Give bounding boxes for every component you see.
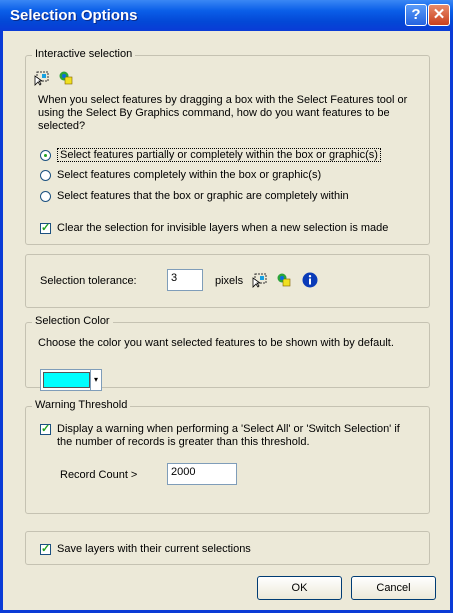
selection-options-dialog: Selection Options ? ✕ Interactive select…: [0, 0, 453, 613]
help-button[interactable]: ?: [405, 4, 427, 26]
tolerance-unit: pixels: [215, 275, 244, 287]
option-box-within-feature-label: Select features that the box or graphic …: [57, 190, 349, 202]
close-button[interactable]: ✕: [428, 4, 450, 26]
warning-threshold-legend: Warning Threshold: [32, 399, 131, 411]
radio-partial-or-complete[interactable]: [40, 149, 51, 161]
selection-color-legend: Selection Color: [32, 315, 113, 327]
interactive-selection-description: When you select features by dragging a b…: [38, 94, 408, 132]
selection-color-group: Selection Color Choose the color you wan…: [25, 315, 430, 391]
option-box-within-feature[interactable]: Select features that the box or graphic …: [40, 190, 349, 202]
selection-color-description: Choose the color you want selected featu…: [38, 337, 394, 349]
save-layers-checkbox[interactable]: [40, 542, 51, 555]
save-layers-label: Save layers with their current selection…: [57, 543, 251, 555]
color-picker[interactable]: ▾: [40, 369, 102, 391]
display-warning-label: Display a warning when performing a 'Sel…: [57, 423, 400, 448]
interactive-selection-legend: Interactive selection: [32, 48, 136, 60]
tolerance-input[interactable]: 3: [167, 269, 203, 291]
option-completely-within[interactable]: Select features completely within the bo…: [40, 169, 321, 181]
record-count-input[interactable]: 2000: [167, 463, 237, 485]
tolerance-group: Selection tolerance: 3 pixels: [25, 254, 430, 308]
interactive-selection-group: Interactive selection When you select fe…: [25, 48, 430, 245]
option-completely-within-label: Select features completely within the bo…: [57, 169, 322, 181]
clear-invisible-selection[interactable]: Clear the selection for invisible layers…: [40, 221, 389, 234]
record-count-label: Record Count >: [60, 469, 138, 481]
select-features-tool-icon: [34, 70, 50, 86]
info-icon[interactable]: [302, 272, 318, 288]
display-warning-checkbox[interactable]: [40, 422, 51, 435]
clear-invisible-selection-checkbox[interactable]: [40, 221, 51, 234]
save-layers-option[interactable]: Save layers with their current selection…: [40, 542, 251, 555]
clear-invisible-selection-label: Clear the selection for invisible layers…: [57, 222, 389, 234]
select-by-graphics-icon[interactable]: [276, 272, 292, 288]
chevron-down-icon[interactable]: ▾: [90, 370, 101, 390]
radio-completely-within[interactable]: [40, 169, 51, 181]
select-by-graphics-icon: [58, 70, 74, 86]
tolerance-label: Selection tolerance:: [40, 275, 137, 287]
color-swatch: [43, 372, 90, 388]
window-title: Selection Options: [10, 7, 138, 24]
warning-threshold-group: Warning Threshold Display a warning when…: [25, 399, 430, 514]
select-features-tool-icon[interactable]: [252, 272, 268, 288]
ok-button[interactable]: OK: [257, 576, 342, 600]
option-partial-or-complete[interactable]: Select features partially or completely …: [40, 148, 381, 162]
save-layers-group: Save layers with their current selection…: [25, 531, 430, 565]
radio-box-within-feature[interactable]: [40, 190, 51, 202]
title-bar[interactable]: Selection Options ? ✕: [0, 0, 453, 31]
option-partial-or-complete-label: Select features partially or completely …: [57, 148, 381, 162]
cancel-button[interactable]: Cancel: [351, 576, 436, 600]
display-warning-option[interactable]: Display a warning when performing a 'Sel…: [40, 422, 417, 449]
